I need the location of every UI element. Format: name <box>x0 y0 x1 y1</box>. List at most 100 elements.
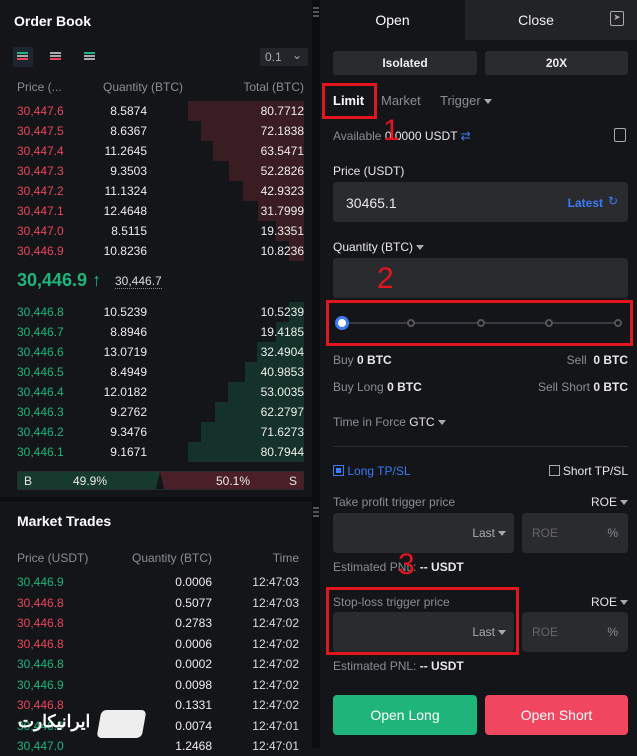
sell-label: Sell <box>566 353 587 367</box>
menu-icon[interactable] <box>313 507 319 509</box>
trade-price: 30,446.8 <box>17 657 64 671</box>
percent-unit: % <box>607 526 618 540</box>
trade-time: 12:47:03 <box>252 575 299 589</box>
total: 32.4904 <box>260 345 304 359</box>
market-trades-title: Market Trades <box>17 513 112 529</box>
checkbox-icon <box>548 465 560 476</box>
bids-row[interactable]: 30,446.5 8.4949 40.9853 <box>0 362 312 382</box>
pnl-value: -- USDT <box>419 659 464 673</box>
view-bids-button[interactable] <box>84 52 95 54</box>
trade-price: 30,446.8 <box>17 636 64 651</box>
total: 80.7712 <box>260 104 304 118</box>
caret-down-icon <box>416 245 425 251</box>
tp-roe-input[interactable]: ROE% <box>522 513 628 553</box>
bids-row[interactable]: 30,446.8 10.5239 10.5239 <box>0 302 312 322</box>
sell-short-amount: Sell Short 0 BTC <box>538 380 628 394</box>
percent-unit: % <box>607 625 618 639</box>
buy-percent: 49.9% <box>73 474 108 488</box>
asks-row[interactable]: 30,447.2 11.1324 42.9323 <box>0 181 312 201</box>
watermark-logo: ایرانیکارت <box>18 708 147 740</box>
long-tpsl-checkbox[interactable]: Long TP/SL <box>333 464 411 478</box>
view-asks-button[interactable] <box>50 52 61 54</box>
price: 30,447.4 <box>17 144 64 158</box>
ob-header-total: Total (BTC) <box>243 80 304 94</box>
open-short-button[interactable]: Open Short <box>485 695 628 735</box>
trade-row: 30,446.8 0.0006 12:47:02 <box>0 634 312 654</box>
tp-last-select[interactable]: Last <box>472 526 506 540</box>
short-tpsl-checkbox[interactable]: Short TP/SL <box>548 464 628 478</box>
order-type-trigger[interactable]: Trigger <box>440 93 492 108</box>
bids-row[interactable]: 30,446.7 8.8946 19.4185 <box>0 322 312 342</box>
roe-label: ROE <box>590 595 617 609</box>
precision-select[interactable]: 0.1 ⌄ <box>260 48 308 66</box>
bids-row[interactable]: 30,446.1 9.1671 80.7944 <box>0 442 312 462</box>
sell-label: S <box>288 474 297 488</box>
roe-placeholder: ROE <box>532 526 559 540</box>
tp-roe-select[interactable]: ROE <box>591 495 628 509</box>
total: 72.1838 <box>260 124 304 138</box>
asks-row[interactable]: 30,446.9 10.8236 10.8236 <box>0 241 312 261</box>
asks-row[interactable]: 30,447.1 12.4648 31.7999 <box>0 201 312 221</box>
annotation-number-1: 1 <box>383 114 400 147</box>
buy-amount: Buy 0 BTC <box>333 353 392 367</box>
refresh-icon[interactable]: ↻ <box>608 194 618 208</box>
trade-price: 30,447.0 <box>17 739 64 753</box>
tab-open[interactable]: Open <box>320 0 465 40</box>
asks-row[interactable]: 30,447.5 8.6367 72.1838 <box>0 121 312 141</box>
guide-book-icon[interactable]: ➤ <box>610 11 624 26</box>
view-both-button[interactable] <box>13 47 33 67</box>
annotation-box-2 <box>326 300 633 346</box>
buy-long-value: 0 BTC <box>387 380 422 394</box>
quantity: 8.8946 <box>110 325 147 339</box>
price-input[interactable]: 30465.1 Latest ↻ <box>333 182 628 222</box>
trade-row: 30,446.9 0.0006 12:47:03 <box>0 572 312 592</box>
quantity: 8.5115 <box>111 224 147 238</box>
sl-roe-input[interactable]: ROE% <box>522 612 628 652</box>
tif-label: Time in Force <box>333 415 406 429</box>
asks-row[interactable]: 30,447.3 9.3503 52.2826 <box>0 161 312 181</box>
divider <box>0 497 312 501</box>
price: 30,447.3 <box>17 164 64 178</box>
time-in-force[interactable]: Time in Force GTC <box>333 415 446 429</box>
total: 42.9323 <box>260 184 304 198</box>
tp-label: Take profit trigger price <box>333 495 456 509</box>
bids-row[interactable]: 30,446.6 13.0719 32.4904 <box>0 342 312 362</box>
tp-price-input[interactable]: Last <box>333 513 514 553</box>
long-tpsl-label: Long TP/SL <box>347 464 411 478</box>
asks-row[interactable]: 30,447.4 11.2645 63.5471 <box>0 141 312 161</box>
order-book-title: Order Book <box>14 13 92 29</box>
calculator-icon[interactable] <box>614 128 626 142</box>
bids-row[interactable]: 30,446.2 9.3476 71.6273 <box>0 422 312 442</box>
menu-icon[interactable] <box>313 7 319 9</box>
quantity: 11.1324 <box>104 184 148 198</box>
trade-price: 30,446.8 <box>17 595 64 610</box>
leverage-button[interactable]: 20X <box>485 51 628 75</box>
quantity: 8.4949 <box>110 365 147 379</box>
total: 80.7944 <box>260 445 304 459</box>
annotation-box-1 <box>322 83 377 119</box>
sl-roe-select[interactable]: ROE <box>591 595 628 609</box>
total: 53.0035 <box>260 385 304 399</box>
margin-mode-button[interactable]: Isolated <box>333 51 477 75</box>
asks-row[interactable]: 30,447.0 8.5115 19.3351 <box>0 221 312 241</box>
mark-price[interactable]: 30,446.7 <box>115 274 162 289</box>
ob-header-quantity: Quantity (BTC) <box>102 80 183 94</box>
mt-header-quantity: Quantity (BTC) <box>131 551 212 565</box>
trade-quantity: 0.5077 <box>175 595 212 610</box>
bids-row[interactable]: 30,446.4 12.0182 53.0035 <box>0 382 312 402</box>
trade-price: 30,446.9 <box>17 575 64 589</box>
bids-row[interactable]: 30,446.3 9.2762 62.2797 <box>0 402 312 422</box>
quantity-label[interactable]: Quantity (BTC) <box>333 240 425 254</box>
short-tpsl-label: Short TP/SL <box>562 464 628 478</box>
asks-row[interactable]: 30,447.6 8.5874 80.7712 <box>0 101 312 121</box>
trigger-label: Trigger <box>440 93 481 108</box>
quantity: 9.3503 <box>110 164 147 178</box>
open-long-button[interactable]: Open Long <box>333 695 477 735</box>
latest-button[interactable]: Latest <box>568 196 603 210</box>
total: 10.5239 <box>260 305 304 319</box>
buy-label: Buy <box>333 353 354 367</box>
quantity-label-text: Quantity (BTC) <box>333 240 414 254</box>
sell-amount: Sell 0 BTC <box>567 353 628 367</box>
transfer-icon[interactable]: ⇄ <box>461 129 471 143</box>
order-type-market[interactable]: Market <box>381 93 421 108</box>
